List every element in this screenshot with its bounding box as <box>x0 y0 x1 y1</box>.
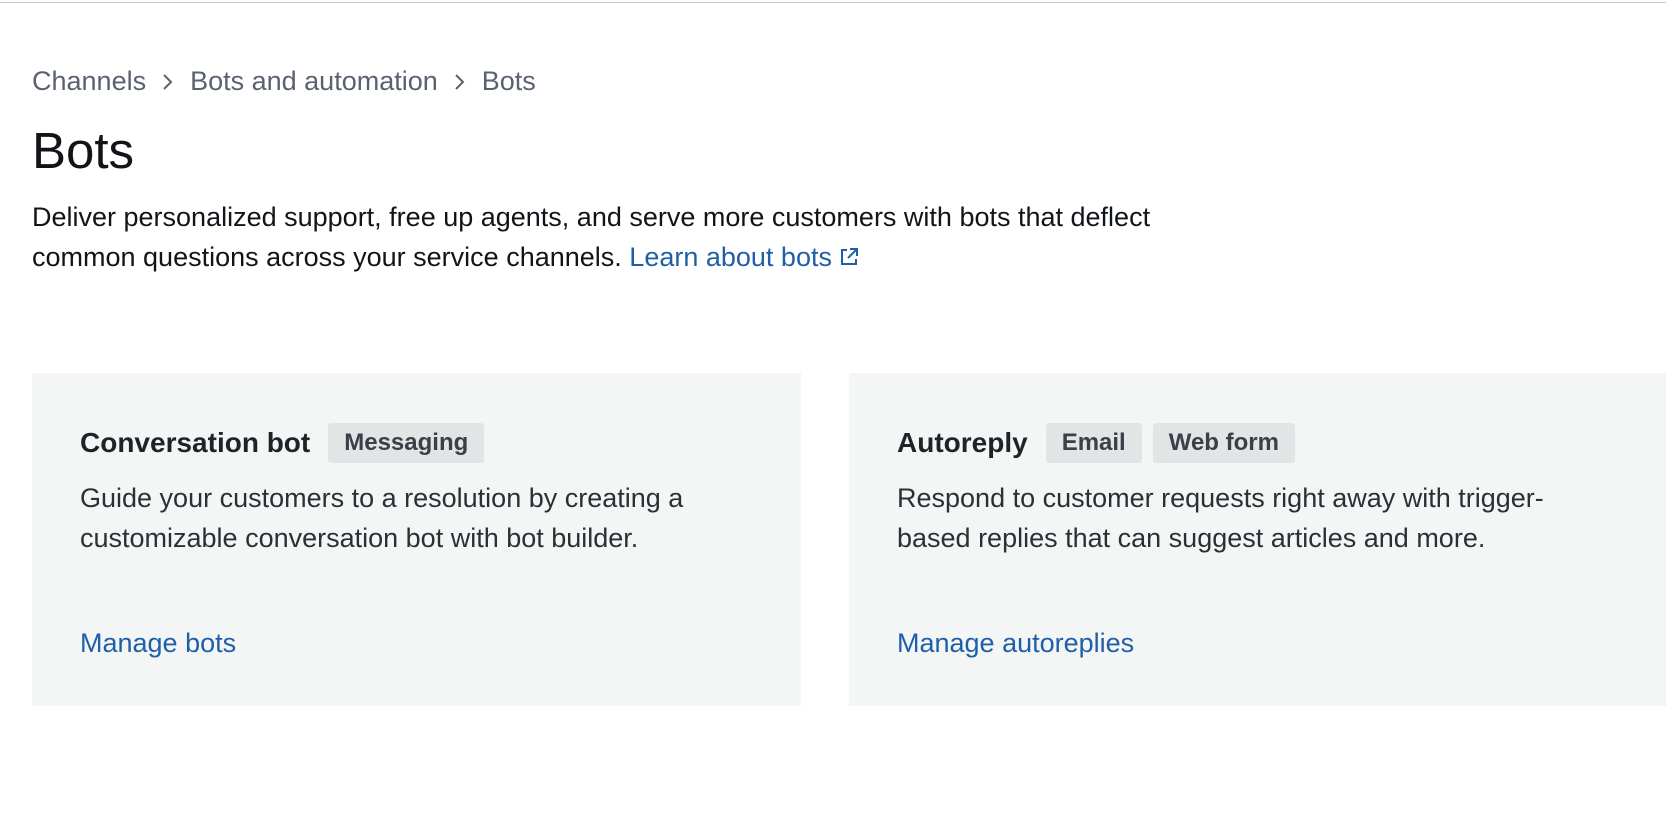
chevron-right-icon <box>452 72 466 92</box>
external-link-icon <box>838 239 860 265</box>
card-title: Autoreply <box>897 427 1028 458</box>
learn-about-bots-link[interactable]: Learn about bots <box>629 242 860 272</box>
channel-tag-web-form: Web form <box>1152 423 1295 463</box>
channel-tag-email: Email <box>1045 423 1142 463</box>
manage-bots-link[interactable]: Manage bots <box>80 623 236 663</box>
page-title: Bots <box>32 122 135 179</box>
card-description: Guide your customers to a resolution by … <box>80 483 684 553</box>
card-description: Respond to customer requests right away … <box>897 483 1544 553</box>
autoreply-card: Autoreply Email Web form Respond to cust… <box>849 373 1666 706</box>
card-title: Conversation bot <box>80 427 311 458</box>
page-description-text: Deliver personalized support, free up ag… <box>32 202 1151 272</box>
channel-tag-messaging: Messaging <box>328 423 485 463</box>
breadcrumb-item-bots-and-automation[interactable]: Bots and automation <box>190 66 438 97</box>
manage-autoreplies-link[interactable]: Manage autoreplies <box>897 623 1134 663</box>
card-header: Conversation bot Messaging <box>80 423 495 463</box>
breadcrumb-item-bots: Bots <box>481 66 536 96</box>
card-header: Autoreply Email Web form <box>897 423 1306 463</box>
top-divider <box>0 2 1666 3</box>
breadcrumb-item-channels[interactable]: Channels <box>32 66 146 97</box>
learn-about-bots-label: Learn about bots <box>629 242 832 272</box>
chevron-right-icon <box>160 72 174 92</box>
breadcrumb: Channels Bots and automation Bots <box>32 66 536 97</box>
page-description: Deliver personalized support, free up ag… <box>32 197 1212 277</box>
conversation-bot-card: Conversation bot Messaging Guide your cu… <box>32 373 801 706</box>
